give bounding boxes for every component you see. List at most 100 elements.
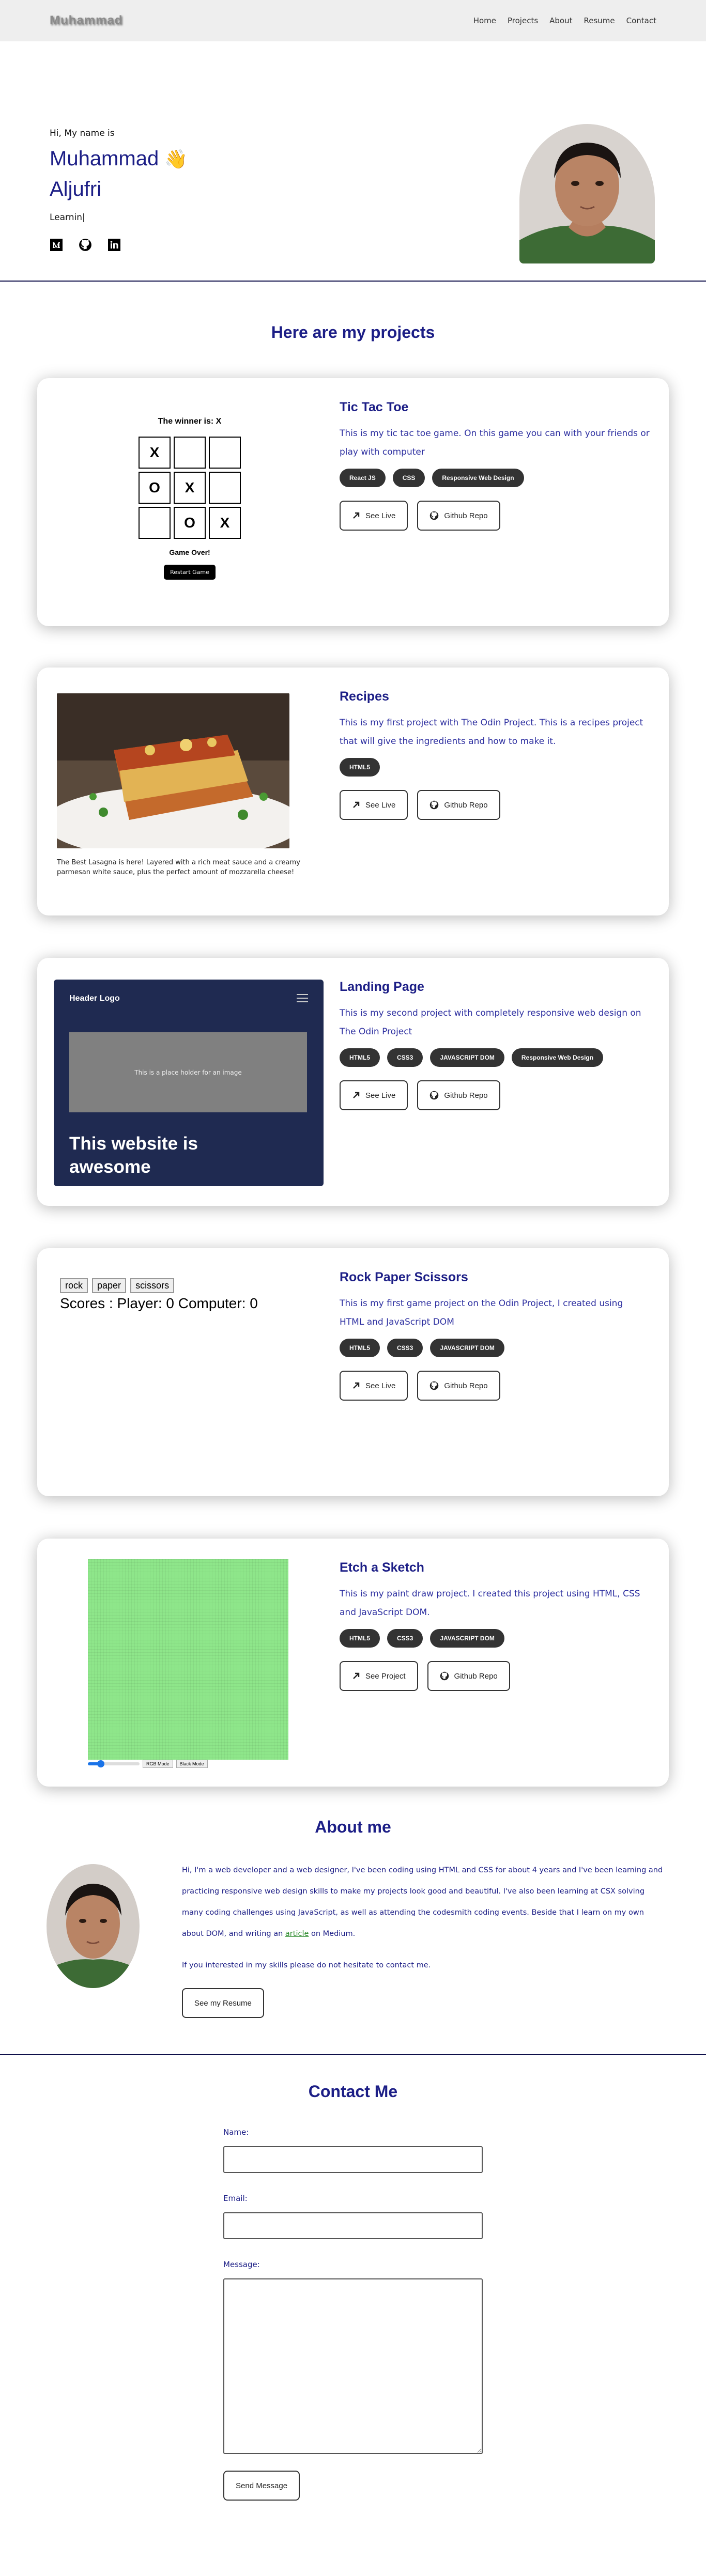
scissors-button[interactable]: scissors: [130, 1278, 175, 1293]
wave-icon: 👋: [164, 148, 188, 169]
black-mode-button[interactable]: Black Mode: [176, 1760, 208, 1768]
project-card-etch: RGB Mode Black Mode Etch a Sketch This i…: [37, 1539, 669, 1787]
rock-button[interactable]: rock: [60, 1278, 88, 1293]
medium-article-link[interactable]: article: [285, 1930, 309, 1938]
ttt-cell[interactable]: O: [139, 472, 171, 504]
about-text-part: Hi, I'm a web developer and a web design…: [182, 1866, 663, 1938]
project-info: Etch a Sketch This is my paint draw proj…: [340, 1560, 650, 1691]
hero-section: Hi, My name is Muhammad 👋 Aljufri Learni…: [0, 41, 706, 282]
ttt-restart-button[interactable]: Restart Game: [164, 565, 216, 580]
see-live-label: See Live: [365, 1091, 396, 1100]
project-card-rps: rock paper scissors Scores : Player: 0 C…: [37, 1248, 669, 1496]
ttt-cell[interactable]: X: [209, 507, 241, 539]
medium-icon[interactable]: [50, 238, 63, 252]
projects-title: Here are my projects: [271, 323, 435, 342]
github-repo-label: Github Repo: [444, 1381, 488, 1390]
see-live-label: See Live: [365, 1381, 396, 1390]
navbar: Muhammad Home Projects About Resume Cont…: [0, 0, 706, 41]
see-project-button[interactable]: See Project: [340, 1661, 418, 1691]
contact-section: Contact Me Name: Email: Message: Send Me…: [0, 2055, 706, 2510]
see-live-button[interactable]: See Live: [340, 1371, 408, 1401]
ttt-cell[interactable]: O: [174, 507, 206, 539]
project-buttons: See Project Github Repo: [340, 1661, 650, 1691]
tech-tag: CSS3: [387, 1048, 423, 1067]
project-title: Landing Page: [340, 980, 424, 994]
nav-projects-link[interactable]: Projects: [508, 16, 538, 25]
recipe-caption: The Best Lasagna is here! Layered with a…: [57, 859, 300, 876]
about-photo: [47, 1864, 140, 1988]
typed-text: Learnin|: [50, 212, 85, 223]
project-card-tictactoe: The winner is: X X O X O X Game Over! Re…: [37, 378, 669, 626]
arrow-up-right-icon: [353, 1382, 360, 1389]
name-label: Name:: [223, 2128, 249, 2137]
github-repo-button[interactable]: Github Repo: [417, 790, 500, 820]
landing-preview: Header Logo This is a place holder for a…: [54, 980, 324, 1186]
message-label: Message:: [223, 2260, 260, 2269]
grid-size-slider[interactable]: [88, 1760, 140, 1767]
brand-logo[interactable]: Muhammad: [50, 13, 122, 28]
see-live-button[interactable]: See Live: [340, 501, 408, 531]
tech-tag: React JS: [340, 469, 386, 487]
github-repo-button[interactable]: Github Repo: [417, 1080, 500, 1110]
nav-resume-link[interactable]: Resume: [584, 16, 615, 25]
ttt-cell[interactable]: [209, 437, 241, 469]
github-repo-button[interactable]: Github Repo: [427, 1661, 510, 1691]
name-field[interactable]: [223, 2146, 483, 2173]
tictactoe-preview: The winner is: X X O X O X Game Over! Re…: [135, 417, 244, 580]
nav-contact-link[interactable]: Contact: [626, 16, 656, 25]
ttt-cell[interactable]: [139, 507, 171, 539]
email-field[interactable]: [223, 2212, 483, 2239]
project-description: This is my first game project on the Odi…: [340, 1298, 623, 1327]
github-icon[interactable]: [79, 238, 92, 252]
project-info: Rock Paper Scissors This is my first gam…: [340, 1270, 650, 1401]
about-paragraph: Hi, I'm a web developer and a web design…: [182, 1860, 668, 1945]
send-message-button[interactable]: Send Message: [223, 2471, 300, 2501]
tech-tags: React JS CSS Responsive Web Design: [340, 469, 650, 487]
project-title: Etch a Sketch: [340, 1560, 424, 1575]
see-live-button[interactable]: See Live: [340, 790, 408, 820]
arrow-up-right-icon: [353, 1092, 360, 1098]
arrow-up-right-icon: [353, 512, 360, 519]
about-text-part: on Medium.: [309, 1930, 356, 1938]
ttt-cell[interactable]: [209, 472, 241, 504]
hero-last-name: Aljufri: [50, 178, 102, 200]
ttt-cell[interactable]: [174, 437, 206, 469]
paper-button[interactable]: paper: [92, 1278, 127, 1293]
lasagna-image: [57, 693, 289, 848]
profile-photo: [519, 124, 655, 263]
project-title: Rock Paper Scissors: [340, 1270, 468, 1284]
see-live-button[interactable]: See Live: [340, 1080, 408, 1110]
tech-tags: HTML5 CSS3 JAVASCRIPT DOM: [340, 1339, 650, 1357]
ttt-cell[interactable]: X: [174, 472, 206, 504]
slider-knob[interactable]: [97, 1760, 104, 1767]
hero-name: Muhammad 👋 Aljufri: [50, 144, 188, 204]
social-links: [50, 238, 188, 252]
nav-home-link[interactable]: Home: [473, 16, 496, 25]
rgb-mode-button[interactable]: RGB Mode: [143, 1760, 173, 1768]
nav-about-link[interactable]: About: [549, 16, 572, 25]
project-card-landing: Header Logo This is a place holder for a…: [37, 958, 669, 1206]
rps-score: Scores : Player: 0 Computer: 0: [60, 1295, 258, 1311]
tech-tag: CSS3: [387, 1629, 423, 1648]
tech-tag: HTML5: [340, 1048, 380, 1067]
etch-grid[interactable]: [88, 1559, 288, 1760]
github-repo-button[interactable]: Github Repo: [417, 501, 500, 531]
see-resume-button[interactable]: See my Resume: [182, 1988, 264, 2018]
project-title: Tic Tac Toe: [340, 400, 409, 414]
about-section: About me Hi, I'm a web developer and a w…: [0, 1787, 706, 2055]
message-field[interactable]: [223, 2278, 483, 2454]
tech-tag: JAVASCRIPT DOM: [430, 1629, 504, 1648]
github-repo-label: Github Repo: [444, 800, 488, 810]
github-repo-button[interactable]: Github Repo: [417, 1371, 500, 1401]
github-icon: [440, 1671, 449, 1681]
linkedin-icon[interactable]: [108, 238, 121, 252]
tech-tag: CSS: [392, 469, 425, 487]
arrow-up-right-icon: [353, 1672, 360, 1679]
project-card-recipes: The Best Lasagna is here! Layered with a…: [37, 668, 669, 915]
hamburger-menu-icon[interactable]: [297, 994, 308, 1002]
tech-tag: HTML5: [340, 1629, 380, 1648]
project-buttons: See Live Github Repo: [340, 1371, 650, 1401]
project-description: This is my paint draw project. I created…: [340, 1589, 640, 1618]
project-title: Recipes: [340, 689, 389, 704]
ttt-cell[interactable]: X: [139, 437, 171, 469]
